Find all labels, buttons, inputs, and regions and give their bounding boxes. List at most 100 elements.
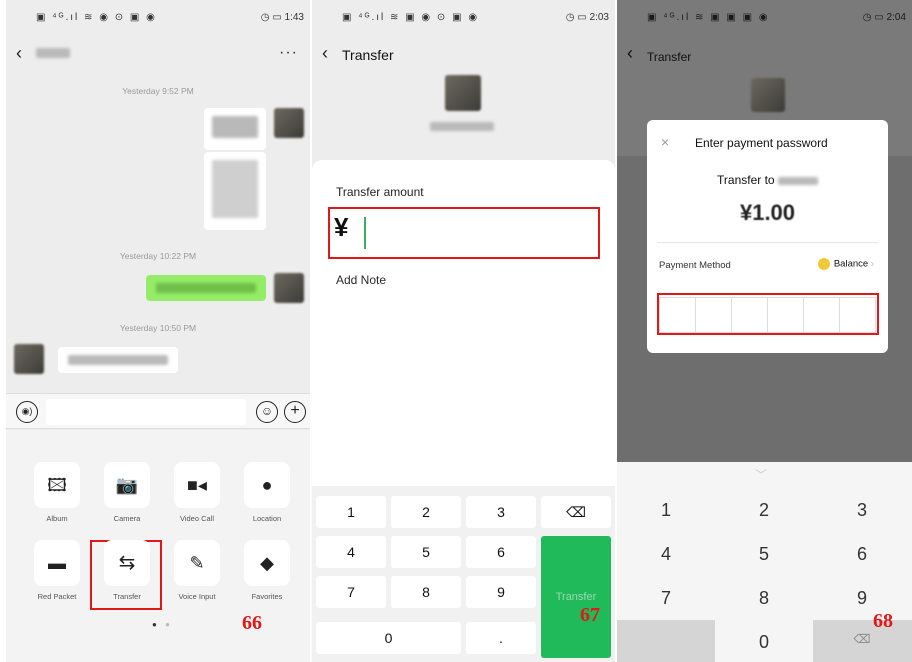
timestamp: Yesterday 9:52 PM bbox=[122, 86, 194, 96]
close-icon[interactable]: × bbox=[661, 134, 669, 150]
key-1[interactable]: 1 bbox=[617, 500, 715, 521]
key-9[interactable]: 9 bbox=[813, 588, 911, 609]
key-4[interactable]: 4 bbox=[617, 544, 715, 565]
add-note-link[interactable]: Add Note bbox=[336, 273, 386, 287]
payment-password-screen: ▣ ⁴ᴳ.ıl ≋ ▣ ▣ ▣ ◉ ◷ ▭ 2:04 ‹ Transfer × … bbox=[617, 0, 912, 662]
tile-label: Video Call bbox=[179, 514, 215, 523]
delete-icon[interactable]: ⌫ bbox=[813, 632, 911, 646]
step-number: 68 bbox=[873, 610, 893, 632]
key-0[interactable]: 0 bbox=[715, 632, 813, 653]
page-title: Transfer bbox=[342, 47, 394, 63]
back-icon[interactable]: ‹ bbox=[627, 44, 633, 62]
status-time: ◷ ▭ 2:04 bbox=[862, 12, 906, 23]
transfer-button[interactable]: Transfer bbox=[541, 536, 611, 658]
message-bubble[interactable] bbox=[58, 347, 178, 373]
tile-label: Camera bbox=[113, 514, 141, 523]
payment-method-selector[interactable]: Balance › bbox=[817, 258, 874, 270]
status-icons: ▣ ⁴ᴳ.ıl ≋ ▣ ▣ ▣ ◉ bbox=[647, 12, 770, 23]
backspace-icon[interactable]: ⌫ bbox=[541, 496, 611, 528]
emoji-icon[interactable]: ☺ bbox=[256, 401, 278, 423]
camera-icon: 📷 bbox=[115, 475, 139, 495]
key-9[interactable]: 9 bbox=[466, 576, 536, 608]
tile-label: Location bbox=[252, 514, 282, 523]
key-2[interactable]: 2 bbox=[391, 496, 461, 528]
image-icon: 🖾 bbox=[47, 475, 67, 495]
plus-icon[interactable]: + bbox=[284, 401, 306, 423]
status-bar: ▣ ⁴ᴳ.ıl ≋ ◉ ⊙ ▣ ◉ ◷ ▭ 1:43 bbox=[6, 0, 310, 30]
highlight-box bbox=[657, 293, 879, 335]
key-7[interactable]: 7 bbox=[617, 588, 715, 609]
transfer-to-label: Transfer to bbox=[647, 173, 888, 187]
page-title: Transfer bbox=[647, 50, 692, 64]
avatar bbox=[274, 273, 304, 303]
chat-header: ‹ ··· bbox=[6, 34, 310, 68]
status-icons: ▣ ⁴ᴳ.ıl ≋ ▣ ◉ ⊙ ▣ ◉ bbox=[342, 12, 480, 23]
transfer-amount-label: Transfer amount bbox=[336, 185, 424, 199]
tile-location[interactable]: ● bbox=[244, 462, 290, 508]
back-icon[interactable]: ‹ bbox=[322, 44, 328, 62]
key-4[interactable]: 4 bbox=[316, 536, 386, 568]
video-icon: ■◂ bbox=[187, 475, 207, 495]
key-1[interactable]: 1 bbox=[316, 496, 386, 528]
step-number: 66 bbox=[242, 612, 262, 634]
chat-input-bar: ◉) ☺ + bbox=[6, 393, 310, 429]
status-bar: ▣ ⁴ᴳ.ıl ≋ ▣ ◉ ⊙ ▣ ◉ ◷ ▭ 2:03 bbox=[312, 0, 615, 30]
avatar bbox=[274, 108, 304, 138]
location-icon: ● bbox=[261, 475, 273, 495]
key-8[interactable]: 8 bbox=[715, 588, 813, 609]
transfer-icon: ⇆ bbox=[118, 552, 136, 574]
message-bubble[interactable] bbox=[204, 108, 266, 150]
tile-camera[interactable]: 📷 bbox=[104, 462, 150, 508]
cube-icon: ◆ bbox=[260, 553, 274, 573]
status-time: ◷ ▭ 1:43 bbox=[260, 12, 304, 23]
key-2[interactable]: 2 bbox=[715, 500, 813, 521]
status-bar: ▣ ⁴ᴳ.ıl ≋ ▣ ▣ ▣ ◉ ◷ ▭ 2:04 bbox=[617, 0, 912, 30]
tile-favorites[interactable]: ◆ bbox=[244, 540, 290, 586]
key-0[interactable]: 0 bbox=[316, 622, 461, 654]
tile-album[interactable]: 🖾 bbox=[34, 462, 80, 508]
payment-method-label: Payment Method bbox=[659, 260, 731, 271]
number-keypad: 1 2 3 ⌫ 4 5 6 7 8 9 0 . Transfer bbox=[312, 486, 615, 662]
collapse-chevron-icon[interactable]: ﹀ bbox=[755, 466, 767, 483]
dialog-title: Enter payment password bbox=[695, 136, 828, 150]
message-bubble[interactable] bbox=[146, 275, 266, 301]
key-5[interactable]: 5 bbox=[391, 536, 461, 568]
back-icon[interactable]: ‹ bbox=[16, 44, 22, 62]
tile-voice-input[interactable]: ✎ bbox=[174, 540, 220, 586]
status-time: ◷ ▭ 2:03 bbox=[565, 12, 609, 23]
tile-label: Transfer bbox=[113, 592, 141, 601]
more-icon[interactable]: ··· bbox=[279, 44, 298, 62]
key-7[interactable]: 7 bbox=[316, 576, 386, 608]
key-3[interactable]: 3 bbox=[466, 496, 536, 528]
tile-label: Red Packet bbox=[37, 592, 77, 601]
chat-screen: ▣ ⁴ᴳ.ıl ≋ ◉ ⊙ ▣ ◉ ◷ ▭ 1:43 ‹ ··· Yesterd… bbox=[6, 0, 310, 662]
tile-label: Album bbox=[46, 514, 68, 523]
transfer-screen: ▣ ⁴ᴳ.ıl ≋ ▣ ◉ ⊙ ▣ ◉ ◷ ▭ 2:03 ‹ Transfer … bbox=[312, 0, 615, 662]
key-6[interactable]: 6 bbox=[813, 544, 911, 565]
transfer-header: ‹ Transfer bbox=[617, 34, 912, 68]
key-dot[interactable]: . bbox=[466, 622, 536, 654]
contact-name-blurred bbox=[36, 48, 70, 58]
timestamp: Yesterday 10:50 PM bbox=[119, 323, 197, 333]
timestamp: Yesterday 10:22 PM bbox=[119, 251, 197, 261]
message-input[interactable] bbox=[46, 399, 246, 425]
password-dialog: × Enter payment password Transfer to ¥1.… bbox=[647, 120, 888, 353]
key-8[interactable]: 8 bbox=[391, 576, 461, 608]
voice-icon[interactable]: ◉) bbox=[16, 401, 38, 423]
blank-key bbox=[617, 620, 715, 662]
transfer-header: ‹ Transfer bbox=[312, 34, 615, 68]
tile-video-call[interactable]: ■◂ bbox=[174, 462, 220, 508]
transfer-amount: ¥1.00 bbox=[739, 200, 796, 225]
divider bbox=[657, 242, 878, 243]
tile-red-packet[interactable]: ▬ bbox=[34, 540, 80, 586]
password-keypad: 1 2 3 4 5 6 7 8 9 0 ⌫ bbox=[617, 462, 912, 662]
tile-transfer[interactable]: ⇆ bbox=[104, 540, 150, 586]
key-3[interactable]: 3 bbox=[813, 500, 911, 521]
avatar bbox=[14, 344, 44, 374]
key-6[interactable]: 6 bbox=[466, 536, 536, 568]
message-bubble[interactable] bbox=[204, 152, 266, 230]
page-indicator: ● ● bbox=[152, 620, 173, 629]
key-5[interactable]: 5 bbox=[715, 544, 813, 565]
coin-icon bbox=[817, 258, 830, 270]
recipient-avatar bbox=[751, 78, 785, 112]
